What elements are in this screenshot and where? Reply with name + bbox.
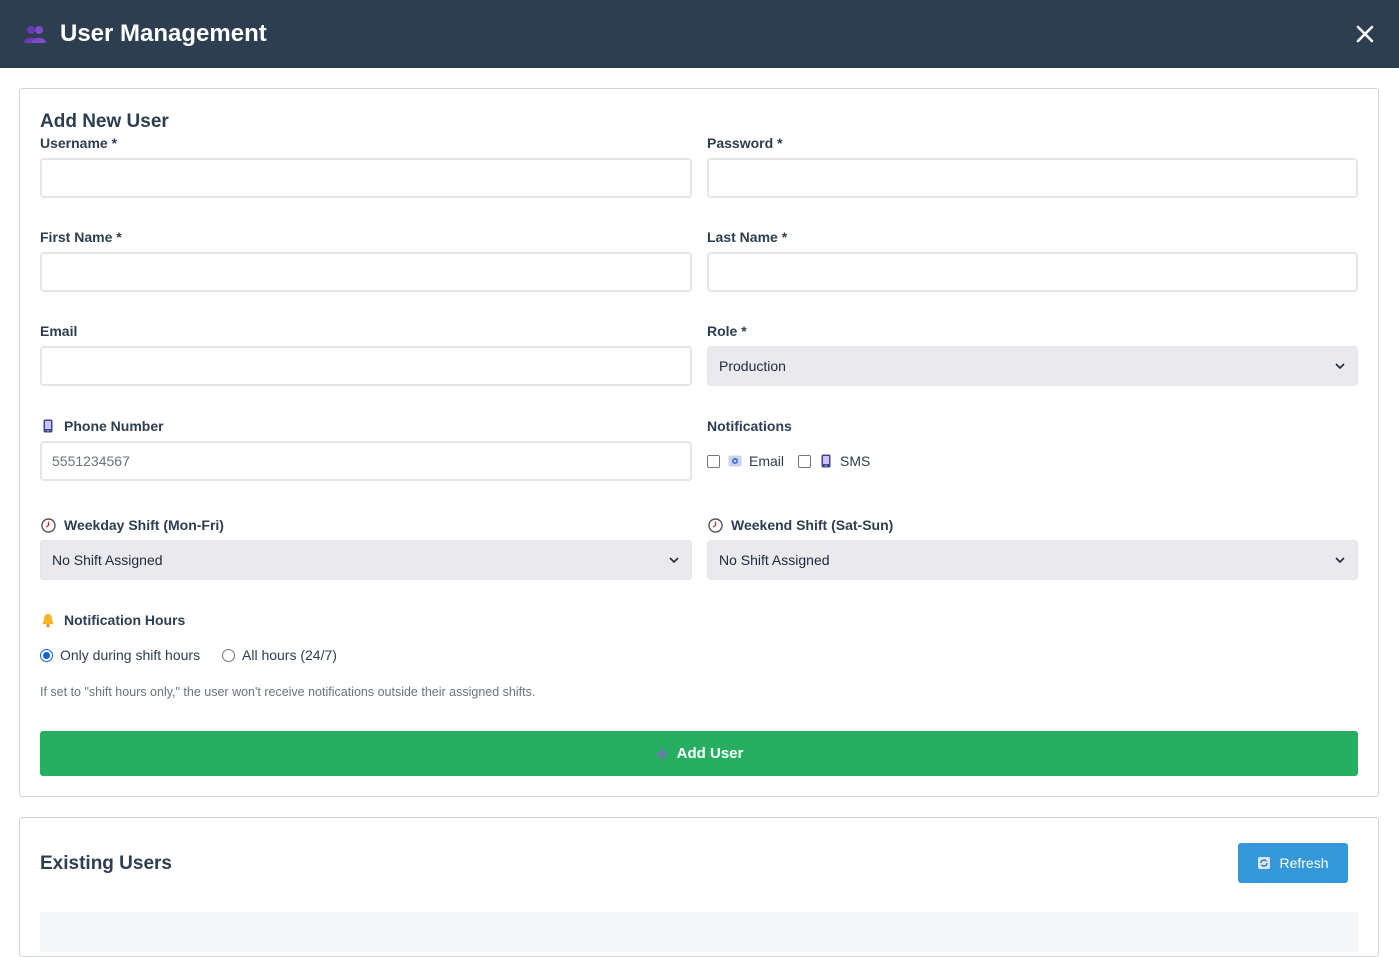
- mobile-phone-icon: [40, 418, 56, 434]
- clock-icon: [40, 517, 56, 533]
- plus-icon: [655, 747, 669, 761]
- hours-all-radio[interactable]: [222, 648, 235, 662]
- refresh-icon: [1257, 856, 1271, 870]
- email-input[interactable]: [40, 346, 692, 386]
- add-user-card: Add New User Username * Password * First…: [19, 88, 1379, 797]
- notify-sms-option[interactable]: SMS: [798, 453, 870, 469]
- weekday-shift-selected-value: No Shift Assigned: [52, 552, 163, 568]
- notify-email-checkbox[interactable]: [707, 454, 720, 468]
- add-user-heading: Add New User: [40, 111, 169, 132]
- weekend-shift-select[interactable]: No Shift Assigned: [707, 540, 1358, 580]
- password-label: Password *: [707, 135, 783, 151]
- first-name-input[interactable]: [40, 252, 692, 292]
- notify-email-option[interactable]: Email: [707, 453, 784, 469]
- notifications-label: Notifications: [707, 418, 792, 434]
- email-label: Email: [40, 323, 78, 339]
- hours-all-label: All hours (24/7): [242, 647, 337, 663]
- chevron-down-icon: [1334, 554, 1346, 566]
- bell-icon: [40, 612, 56, 628]
- notify-sms-checkbox[interactable]: [798, 454, 811, 468]
- notification-hours-label-text: Notification Hours: [64, 612, 186, 628]
- window-title: User Management: [60, 20, 267, 47]
- phone-label: Phone Number: [40, 418, 164, 434]
- users-icon: [22, 21, 48, 47]
- users-table-header: [40, 912, 1358, 952]
- notification-hours-label: Notification Hours: [40, 612, 185, 628]
- notify-email-label: Email: [749, 453, 785, 469]
- clock-icon: [707, 517, 723, 533]
- phone-input[interactable]: 5551234567: [40, 441, 692, 481]
- weekend-shift-label: Weekend Shift (Sat-Sun): [707, 517, 893, 533]
- weekend-shift-selected-value: No Shift Assigned: [719, 552, 830, 568]
- title-bar: User Management: [0, 0, 1399, 68]
- mobile-phone-icon: [819, 454, 833, 468]
- email-icon: [728, 454, 742, 468]
- existing-users-heading: Existing Users: [40, 853, 172, 874]
- add-user-button[interactable]: Add User: [40, 731, 1358, 776]
- username-input[interactable]: [40, 158, 692, 198]
- hours-all-option[interactable]: All hours (24/7): [222, 647, 337, 663]
- chevron-down-icon: [1334, 360, 1346, 372]
- chevron-down-icon: [668, 554, 680, 566]
- last-name-input[interactable]: [707, 252, 1358, 292]
- refresh-button-label: Refresh: [1279, 855, 1329, 871]
- notify-sms-label: SMS: [840, 453, 871, 469]
- role-selected-value: Production: [719, 358, 786, 374]
- role-select[interactable]: Production: [707, 346, 1358, 386]
- username-label: Username *: [40, 135, 118, 151]
- phone-label-text: Phone Number: [64, 418, 164, 434]
- password-input[interactable]: [707, 158, 1358, 198]
- weekday-shift-label-text: Weekday Shift (Mon-Fri): [64, 517, 224, 533]
- weekday-shift-select[interactable]: No Shift Assigned: [40, 540, 692, 580]
- refresh-button[interactable]: Refresh: [1238, 843, 1348, 883]
- role-label: Role *: [707, 323, 747, 339]
- hours-shift-only-label: Only during shift hours: [60, 647, 201, 663]
- existing-users-card: Existing Users Refresh: [19, 817, 1379, 957]
- notification-hours-hint: If set to "shift hours only," the user w…: [40, 685, 536, 699]
- first-name-label: First Name *: [40, 229, 122, 245]
- hours-shift-only-option[interactable]: Only during shift hours: [40, 647, 200, 663]
- hours-shift-only-radio[interactable]: [40, 648, 53, 662]
- weekday-shift-label: Weekday Shift (Mon-Fri): [40, 517, 224, 533]
- last-name-label: Last Name *: [707, 229, 788, 245]
- weekend-shift-label-text: Weekend Shift (Sat-Sun): [731, 517, 894, 533]
- add-user-button-label: Add User: [676, 745, 744, 762]
- close-icon[interactable]: [1351, 20, 1379, 48]
